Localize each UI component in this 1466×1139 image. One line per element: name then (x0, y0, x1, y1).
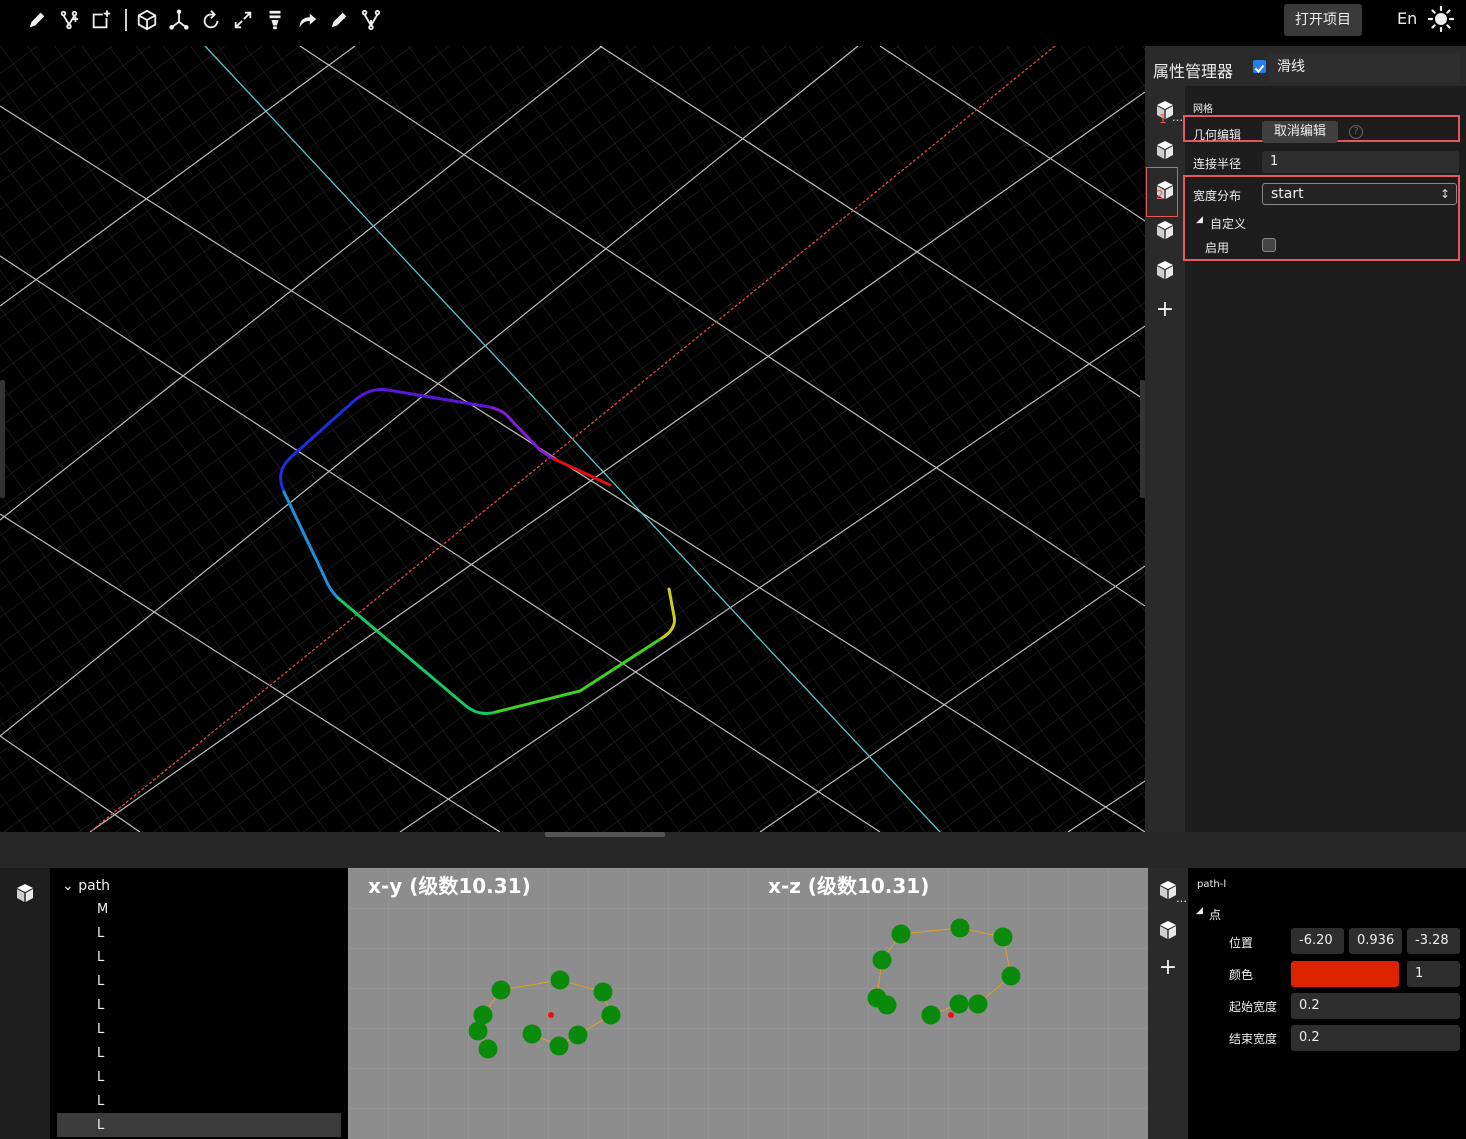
position-y-input[interactable]: 0.936 (1349, 928, 1402, 954)
property-header: 属性管理器 滑线 (1145, 46, 1466, 86)
3d-viewport[interactable] (0, 46, 1145, 832)
tree-item[interactable]: L (97, 950, 104, 965)
end-width-input[interactable]: 0.2 (1291, 1025, 1460, 1051)
start-width-label: 起始宽度 (1229, 1000, 1278, 1014)
start-width-input[interactable]: 0.2 (1291, 993, 1460, 1019)
cube-tab-4-icon[interactable] (1155, 220, 1175, 240)
point-group-label[interactable]: 点 (1209, 906, 1221, 923)
bottom-cube-tab-2-icon[interactable] (1158, 920, 1178, 940)
bottom-cube-tab-1-icon[interactable] (1158, 880, 1178, 900)
xy-plot-title: x-y (级数10.31) (368, 874, 531, 898)
object-name-input[interactable]: 滑线 (1269, 53, 1460, 82)
projection-plots[interactable]: x-y (级数10.31) x-z (级数10.31) (348, 868, 1148, 1139)
color-label: 颜色 (1229, 968, 1254, 982)
tree-item[interactable]: L (97, 1094, 104, 1109)
custom-group-label[interactable]: 自定义 (1210, 215, 1246, 232)
rotate-icon[interactable] (198, 7, 224, 33)
cube-tab-5-icon[interactable] (1155, 260, 1175, 280)
tree-item[interactable]: L (97, 998, 104, 1013)
end-width-label: 结束宽度 (1229, 1032, 1278, 1046)
more-glyph[interactable]: … (1172, 111, 1183, 124)
toolbar-separator (125, 9, 127, 31)
xz-plot-title: x-z (级数10.31) (768, 874, 930, 898)
bottom-more-glyph[interactable]: … (1176, 892, 1187, 905)
left-resize-handle[interactable] (0, 380, 5, 498)
enable-label: 启用 (1205, 241, 1230, 255)
point-object-name: path-l (1197, 879, 1227, 890)
width-distribution-select[interactable]: start ↕ (1262, 183, 1457, 205)
redo-icon[interactable] (294, 7, 320, 33)
language-toggle[interactable]: En (1397, 9, 1417, 28)
cube-tab-2-icon[interactable] (1155, 140, 1175, 160)
width-distribution-value: start (1271, 186, 1304, 202)
visibility-checkbox[interactable] (1253, 60, 1266, 73)
section-label-mesh: 网格 (1193, 104, 1213, 115)
marker-1: 1 (1159, 112, 1167, 126)
expand-icon[interactable] (230, 7, 256, 33)
position-z-input[interactable]: -3.28 (1407, 928, 1460, 954)
bottom-cube-icon[interactable] (15, 883, 35, 903)
collapse-triangle-icon[interactable]: ◢ (1196, 215, 1203, 225)
chevron-down-icon[interactable]: ⌄ (62, 878, 74, 894)
point-collapse-triangle-icon[interactable]: ◢ (1196, 906, 1203, 916)
connect-radius-label: 连接半径 (1193, 157, 1242, 171)
cancel-edit-button[interactable]: 取消编辑 (1262, 121, 1338, 143)
sun-icon[interactable] (1427, 5, 1455, 33)
top-toolbar: 打开项目 En (0, 0, 1466, 46)
bottom-tab-column (0, 868, 50, 1139)
lamp-icon[interactable] (262, 7, 288, 33)
tree-root-label: path (78, 878, 111, 894)
tree-root[interactable]: ⌄ path (62, 878, 110, 894)
tree-item[interactable]: L (97, 926, 104, 941)
bottom-property-tabs: … + (1148, 868, 1188, 1139)
tree-item[interactable]: M (97, 902, 108, 917)
cube-icon[interactable] (134, 7, 160, 33)
splitter-grip[interactable] (545, 832, 665, 837)
tree-item-selected[interactable]: L (97, 1118, 104, 1133)
bottom-add-plus-icon[interactable]: + (1158, 957, 1178, 979)
edit-icon[interactable] (326, 7, 352, 33)
tree-item[interactable]: L (97, 1022, 104, 1037)
projection-canvas[interactable] (348, 868, 1148, 1139)
tree-item[interactable]: L (97, 974, 104, 989)
select-arrows-icon: ↕ (1439, 187, 1450, 201)
path-tree: ⌄ path M L L L L L L L L L (50, 868, 348, 1139)
add-frame-icon[interactable] (88, 7, 114, 33)
axes-icon[interactable] (166, 7, 192, 33)
tree-item[interactable]: L (97, 1070, 104, 1085)
fork-icon[interactable] (358, 7, 384, 33)
connect-radius-input[interactable]: 1 (1262, 151, 1459, 173)
add-tab-plus-icon[interactable]: + (1155, 299, 1175, 321)
property-title: 属性管理器 (1153, 62, 1234, 81)
position-label: 位置 (1229, 936, 1254, 950)
color-swatch[interactable] (1291, 961, 1399, 987)
enable-checkbox[interactable] (1262, 238, 1276, 252)
pencil-icon[interactable] (24, 7, 50, 33)
marker-2: 2 (1156, 188, 1164, 202)
geometry-edit-label: 几何编辑 (1193, 128, 1242, 142)
property-tab-column (1145, 46, 1185, 832)
scene-canvas[interactable] (0, 46, 1145, 832)
tree-item[interactable]: L (97, 1046, 104, 1061)
width-distribution-label: 宽度分布 (1193, 189, 1242, 203)
help-icon[interactable]: ? (1349, 125, 1363, 139)
branch-icon[interactable] (56, 7, 82, 33)
position-x-input[interactable]: -6.20 (1291, 928, 1344, 954)
horizontal-splitter[interactable] (0, 832, 1466, 868)
open-project-button[interactable]: 打开项目 (1284, 4, 1362, 36)
color-alpha-input[interactable]: 1 (1407, 961, 1460, 987)
